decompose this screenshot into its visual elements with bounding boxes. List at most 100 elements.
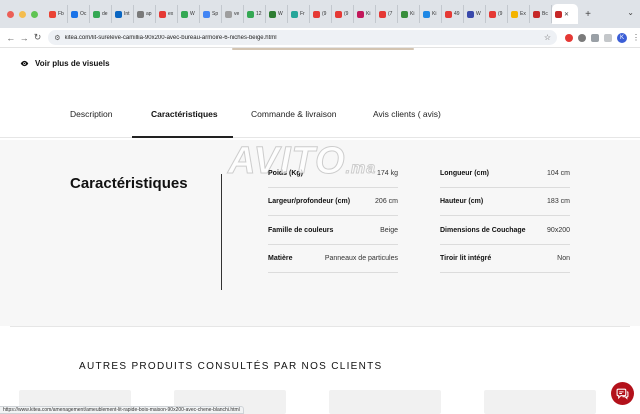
- browser-tab[interactable]: Ki: [354, 5, 376, 23]
- spec-value: 183 cm: [547, 198, 570, 205]
- spec-row: Matière Panneaux de particules: [268, 245, 398, 273]
- puzzle-icon[interactable]: [590, 33, 599, 42]
- product-tabs: Description Caractéristiques Commande & …: [0, 98, 640, 138]
- others-title: AUTRES PRODUITS CONSULTÉS PAR NOS CLIENT…: [79, 361, 383, 372]
- browser-tab-active[interactable]: ✕: [552, 4, 578, 24]
- spec-label: Largeur/profondeur (cm): [268, 198, 351, 205]
- tab-caracteristiques[interactable]: Caractéristiques: [151, 109, 218, 119]
- browser-tab-title: W: [190, 11, 195, 17]
- browser-tab[interactable]: (9: [486, 5, 508, 23]
- extension-icon[interactable]: [564, 33, 573, 42]
- features-divider: [221, 174, 222, 290]
- more-visuals-link[interactable]: Voir plus de visuels: [20, 59, 110, 68]
- spec-value: 90x200: [547, 227, 570, 234]
- browser-tab[interactable]: 12: [244, 5, 266, 23]
- spec-value: Beige: [380, 227, 398, 234]
- browser-tabs: Fb Oc de Int ap ex W Sp ve 12 W Fr (9 (9 Ki (7 Ki Ki 49 W (9…: [46, 4, 578, 24]
- browser-tab[interactable]: Ki: [420, 5, 442, 23]
- browser-tab[interactable]: ex: [156, 5, 178, 23]
- browser-tab[interactable]: 49: [442, 5, 464, 23]
- browser-tab[interactable]: Ex: [508, 5, 530, 23]
- browser-tab[interactable]: Fb: [46, 5, 68, 23]
- browser-tab-title: Ki: [410, 11, 415, 17]
- browser-toolbar: ← → ↻ ⚙ kitea.com/lit-sureleve-camillia-…: [0, 28, 640, 48]
- browser-tab[interactable]: ve: [222, 5, 244, 23]
- browser-tab-title: ex: [168, 11, 174, 17]
- new-tab-button[interactable]: +: [582, 9, 594, 20]
- spec-row: Dimensions de Couchage 90x200: [440, 217, 570, 245]
- browser-tab[interactable]: Fr: [288, 5, 310, 23]
- browser-tab[interactable]: W: [464, 5, 486, 23]
- spec-row: Longueur (cm) 104 cm: [440, 160, 570, 188]
- product-card[interactable]: [329, 390, 441, 414]
- minimize-window-button[interactable]: [19, 10, 26, 18]
- browser-tab[interactable]: W: [178, 5, 200, 23]
- spec-value: 104 cm: [547, 170, 570, 177]
- spec-value: Panneaux de particules: [324, 255, 398, 262]
- tab-description[interactable]: Description: [70, 109, 113, 119]
- browser-tab[interactable]: de: [90, 5, 112, 23]
- browser-tab[interactable]: (9: [310, 5, 332, 23]
- spec-label: Tiroir lit intégré: [440, 255, 492, 262]
- watermark-main: AVITO: [228, 140, 346, 183]
- browser-tab-title: (9: [322, 11, 327, 17]
- tab-search-icon[interactable]: ⌄: [627, 8, 634, 17]
- favicon-icon: [555, 10, 562, 18]
- extension-icon[interactable]: [577, 33, 586, 42]
- browser-tab-title: 12: [256, 11, 262, 17]
- tab-avis-clients[interactable]: Avis clients ( avis): [373, 109, 441, 119]
- browser-tab[interactable]: (7: [376, 5, 398, 23]
- close-tab-icon[interactable]: ✕: [564, 11, 569, 18]
- features-title: Caractéristiques: [70, 175, 188, 192]
- spec-row: Largeur/profondeur (cm) 206 cm: [268, 188, 398, 216]
- favicon-icon: [269, 10, 276, 18]
- browser-tab-title: W: [278, 11, 283, 17]
- browser-tab[interactable]: Bc: [530, 5, 552, 23]
- browser-tab[interactable]: Oc: [68, 5, 90, 23]
- bookmark-star-icon[interactable]: ☆: [544, 33, 551, 42]
- back-icon[interactable]: ←: [4, 33, 17, 43]
- favicon-icon: [93, 10, 100, 18]
- reload-icon[interactable]: ↻: [31, 32, 44, 43]
- forward-icon[interactable]: →: [17, 33, 30, 43]
- chat-icon: [616, 388, 629, 400]
- browser-tab-title: 49: [454, 11, 460, 17]
- spec-label: Matière: [268, 255, 293, 262]
- spec-label: Longueur (cm): [440, 170, 489, 177]
- avito-watermark: AVITO.ma: [228, 140, 376, 183]
- tab-commande-livraison[interactable]: Commande & livraison: [251, 109, 337, 119]
- page-content: Voir plus de visuels Description Caracté…: [0, 48, 640, 414]
- site-info-icon[interactable]: ⚙: [54, 34, 60, 42]
- favicon-icon: [181, 10, 188, 18]
- address-bar[interactable]: ⚙ kitea.com/lit-sureleve-camillia-90x200…: [48, 30, 557, 45]
- spec-value: Non: [557, 255, 570, 262]
- extensions-area: K ⋮: [564, 32, 640, 43]
- favicon-icon: [335, 10, 342, 18]
- section-divider: [10, 326, 630, 327]
- watermark-suffix: .ma: [345, 160, 377, 178]
- favicon-icon: [159, 10, 166, 18]
- browser-tab-title: Bc: [542, 11, 548, 17]
- menu-icon[interactable]: ⋮: [632, 33, 640, 42]
- chat-button[interactable]: [611, 382, 634, 405]
- favicon-icon: [357, 10, 364, 18]
- browser-tab-title: Sp: [212, 11, 219, 17]
- browser-tab[interactable]: Int: [112, 5, 134, 23]
- browser-tab[interactable]: W: [266, 5, 288, 23]
- browser-tab[interactable]: (9: [332, 5, 354, 23]
- browser-tab-strip: Fb Oc de Int ap ex W Sp ve 12 W Fr (9 (9 Ki (7 Ki Ki 49 W (9…: [0, 0, 640, 28]
- maximize-window-button[interactable]: [31, 10, 38, 18]
- window-controls: [7, 10, 38, 18]
- browser-tab[interactable]: Ki: [398, 5, 420, 23]
- product-card[interactable]: [484, 390, 596, 414]
- browser-tab[interactable]: Sp: [200, 5, 222, 23]
- browser-tab-title: ap: [146, 11, 152, 17]
- browser-tab-title: Oc: [80, 11, 87, 17]
- url-text[interactable]: kitea.com/lit-sureleve-camillia-90x200-a…: [65, 35, 544, 41]
- favicon-icon: [137, 10, 144, 18]
- close-window-button[interactable]: [7, 10, 14, 18]
- spec-value: 206 cm: [375, 198, 398, 205]
- profile-avatar[interactable]: K: [616, 32, 627, 43]
- side-panel-icon[interactable]: [603, 33, 612, 42]
- browser-tab[interactable]: ap: [134, 5, 156, 23]
